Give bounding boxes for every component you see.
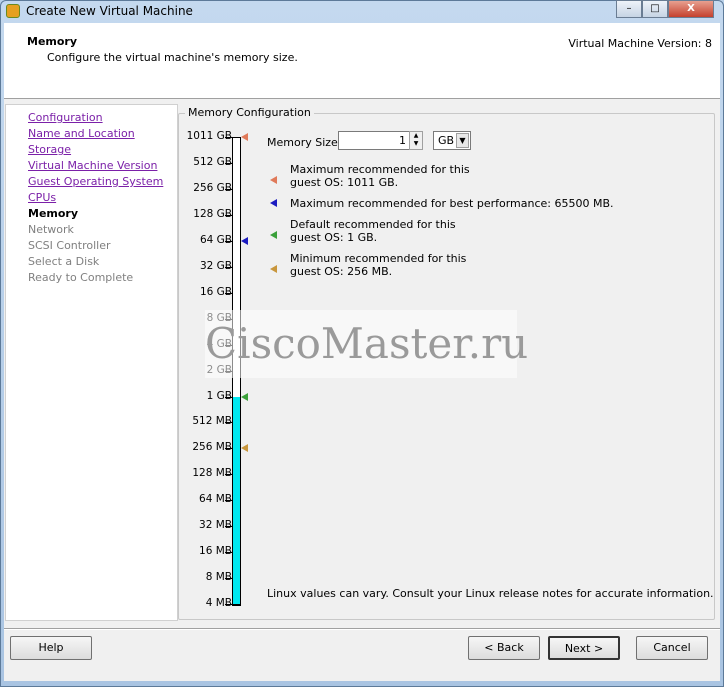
scale-tick [225, 604, 232, 606]
nav-step: Network [28, 223, 74, 236]
memory-slider-fill [232, 396, 241, 606]
scale-tick [225, 500, 232, 502]
nav-step: SCSI Controller [28, 239, 111, 252]
scale-label: 1 GB [206, 389, 232, 402]
legend-marker-icon [270, 199, 277, 207]
scale-label: 64 MB [199, 493, 232, 506]
nav-step: Memory [28, 207, 79, 220]
legend-text: Default recommended for this guest OS: 1 … [290, 218, 456, 244]
legend-text: Maximum recommended for best performance… [290, 197, 614, 210]
page-subtitle: Configure the virtual machine's memory s… [47, 51, 298, 64]
close-button[interactable]: X [668, 0, 714, 18]
nav-step[interactable]: Virtual Machine Version [28, 159, 157, 172]
scale-tick [225, 266, 232, 268]
scale-label: 128 GB [193, 207, 232, 220]
recommendation-marker[interactable] [241, 133, 248, 141]
legend-text: Maximum recommended for this guest OS: 10… [290, 163, 470, 189]
scale-tick [225, 396, 232, 398]
nav-step[interactable]: Name and Location [28, 127, 135, 140]
legend-line: Maximum recommended for best performance… [290, 197, 614, 210]
memory-size-label: Memory Size: [267, 136, 342, 149]
scale-label: 256 MB [192, 441, 232, 454]
scale-tick [225, 448, 232, 450]
scale-label: 512 MB [192, 415, 232, 428]
scale-tick [225, 214, 232, 216]
cancel-button[interactable]: Cancel [636, 636, 708, 660]
scale-label: 512 GB [193, 155, 232, 168]
nav-step[interactable]: CPUs [28, 191, 56, 204]
legend-line: Maximum recommended for this [290, 163, 470, 176]
vm-version: Virtual Machine Version: 8 [568, 37, 712, 50]
scale-tick [225, 162, 232, 164]
scale-tick [225, 552, 232, 554]
scale-label: 4 MB [205, 597, 232, 610]
legend-line: Minimum recommended for this [290, 252, 467, 265]
scale-label: 8 MB [205, 571, 232, 584]
scale-tick [225, 240, 232, 242]
scale-tick [225, 137, 232, 138]
window-title: Create New Virtual Machine [26, 4, 193, 18]
legend-marker-icon [270, 176, 277, 184]
watermark: CiscoMaster.ru [205, 310, 528, 378]
scale-tick [225, 578, 232, 580]
back-button[interactable]: < Back [468, 636, 540, 660]
spin-down-icon[interactable]: ▼ [410, 140, 422, 148]
legend-line: guest OS: 1011 GB. [290, 176, 399, 189]
scale-label: 64 GB [199, 233, 232, 246]
scale-tick [225, 474, 232, 476]
legend-line: guest OS: 256 MB. [290, 265, 393, 278]
legend-text: Minimum recommended for this guest OS: 25… [290, 252, 466, 278]
memory-size-input[interactable]: 1 [338, 131, 411, 150]
scale-label: 16 MB [199, 545, 232, 558]
nav-step[interactable]: Configuration [28, 111, 103, 124]
scale-label: 1011 GB [186, 130, 232, 142]
scale-tick [225, 422, 232, 424]
legend-line: Default recommended for this [290, 218, 456, 231]
legend-marker-icon [270, 265, 277, 273]
chevron-down-icon[interactable]: ▼ [456, 133, 469, 148]
group-title: Memory Configuration [185, 106, 314, 119]
recommendation-marker[interactable] [241, 444, 248, 453]
legend-line: guest OS: 1 GB. [290, 231, 378, 244]
wizard-header: Memory Configure the virtual machine's m… [4, 23, 720, 99]
recommendation-marker[interactable] [241, 392, 248, 401]
next-button[interactable]: Next > [548, 636, 620, 660]
wizard-steps-nav: Configuration Name and Location Storage Vir… [5, 104, 178, 621]
page-title: Memory [27, 35, 78, 48]
scale-label: 256 GB [193, 181, 232, 194]
maximize-button[interactable]: □ [642, 0, 668, 18]
spin-up-icon[interactable]: ▲ [410, 132, 422, 140]
linux-note: Linux values can vary. Consult your Linu… [267, 587, 714, 600]
nav-step: Select a Disk [28, 255, 100, 268]
scale-label: 16 GB [199, 285, 232, 298]
scale-tick [225, 292, 232, 294]
scale-label: 128 MB [192, 467, 232, 480]
scale-label: 32 MB [199, 519, 232, 532]
scale-tick [225, 188, 232, 190]
scale-label: 32 GB [199, 259, 232, 272]
nav-step[interactable]: Guest Operating System [28, 175, 163, 188]
footer-divider [4, 628, 720, 630]
scale-tick [225, 526, 232, 528]
minimize-button[interactable]: – [616, 0, 642, 18]
nav-step: Ready to Complete [28, 271, 134, 284]
legend-marker-icon [270, 231, 277, 239]
memory-size-spinner[interactable]: ▲ ▼ [409, 131, 423, 150]
help-button[interactable]: Help [10, 636, 92, 660]
app-icon [6, 4, 20, 18]
nav-step[interactable]: Storage [28, 143, 71, 156]
recommendation-marker[interactable] [241, 236, 248, 245]
